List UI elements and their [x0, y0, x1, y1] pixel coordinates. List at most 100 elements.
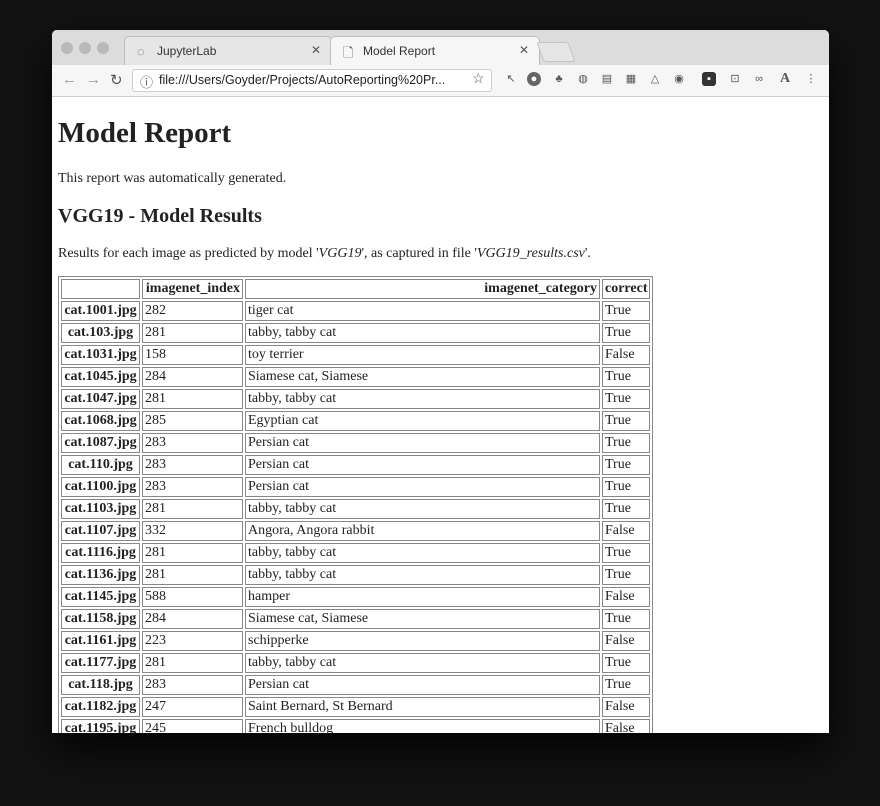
- close-tab-icon[interactable]: ✕: [519, 43, 529, 57]
- extension-globe-icon[interactable]: ◍: [576, 72, 590, 86]
- row-filename: cat.1031.jpg: [61, 345, 140, 365]
- row-imagenet-index: 281: [142, 323, 243, 343]
- url-text: file:///Users/Goyder/Projects/AutoReport…: [159, 73, 446, 87]
- bookmark-star-icon[interactable]: ☆: [472, 70, 485, 87]
- row-filename: cat.1145.jpg: [61, 587, 140, 607]
- row-imagenet-category: tabby, tabby cat: [245, 565, 600, 585]
- row-imagenet-index: 281: [142, 499, 243, 519]
- extension-abp-icon[interactable]: ●: [527, 72, 541, 86]
- desc-suffix: '.: [584, 246, 591, 261]
- row-imagenet-category: tabby, tabby cat: [245, 543, 600, 563]
- table-row: cat.1031.jpg 158 toy terrier False: [61, 345, 651, 365]
- row-correct: False: [602, 697, 651, 717]
- row-filename: cat.1158.jpg: [61, 609, 140, 629]
- page-lead-text: This report was automatically generated.: [58, 171, 287, 186]
- table-row: cat.1107.jpg 332 Angora, Angora rabbit Fals…: [61, 521, 651, 541]
- desc-middle: ', as captured in file ': [361, 246, 477, 261]
- row-filename: cat.1136.jpg: [61, 565, 140, 585]
- row-correct: True: [602, 433, 651, 453]
- row-imagenet-index: 332: [142, 521, 243, 541]
- page-content: Model Report This report was automatical…: [52, 97, 829, 733]
- extension-arrow-icon[interactable]: ↖: [504, 72, 518, 86]
- row-correct: True: [602, 609, 651, 629]
- row-filename: cat.1116.jpg: [61, 543, 140, 563]
- address-bar[interactable]: ⓘ file:///Users/Goyder/Projects/AutoRepo…: [132, 69, 492, 92]
- row-imagenet-index: 281: [142, 389, 243, 409]
- row-filename: cat.1103.jpg: [61, 499, 140, 519]
- results-table: imagenet_index imagenet_category correct…: [58, 276, 654, 733]
- tab-label: Model Report: [363, 44, 436, 58]
- extension-eye-icon[interactable]: ◉: [672, 72, 686, 86]
- extension-image-icon[interactable]: ▦: [624, 72, 638, 86]
- menu-kebab-icon[interactable]: ⋮: [804, 72, 818, 86]
- browser-window: ◌ JupyterLab ✕ 🗋 Model Report ✕ ← → ↻ ⓘ …: [52, 30, 829, 733]
- tab-model-report[interactable]: 🗋 Model Report ✕: [330, 36, 540, 65]
- row-imagenet-category: French bulldog: [245, 719, 600, 733]
- window-controls: [61, 41, 115, 59]
- table-row: cat.103.jpg 281 tabby, tabby cat True: [61, 323, 651, 343]
- back-icon[interactable]: ←: [62, 71, 77, 88]
- row-correct: False: [602, 521, 651, 541]
- minimize-window-button[interactable]: [79, 42, 91, 54]
- row-imagenet-category: tabby, tabby cat: [245, 653, 600, 673]
- row-imagenet-category: Saint Bernard, St Bernard: [245, 697, 600, 717]
- row-filename: cat.1068.jpg: [61, 411, 140, 431]
- row-imagenet-category: hamper: [245, 587, 600, 607]
- model-name: VGG19: [318, 246, 362, 261]
- row-correct: True: [602, 543, 651, 563]
- info-icon[interactable]: ⓘ: [140, 72, 153, 91]
- close-window-button[interactable]: [61, 42, 73, 54]
- row-filename: cat.1087.jpg: [61, 433, 140, 453]
- row-imagenet-index: 282: [142, 301, 243, 321]
- close-tab-icon[interactable]: ✕: [311, 43, 321, 57]
- tab-strip: ◌ JupyterLab ✕ 🗋 Model Report ✕: [52, 30, 829, 66]
- row-correct: True: [602, 411, 651, 431]
- row-correct: True: [602, 499, 651, 519]
- extension-page-icon[interactable]: ▤: [600, 72, 614, 86]
- zoom-window-button[interactable]: [97, 42, 109, 54]
- document-icon: 🗋: [343, 45, 354, 60]
- extension-dark-icon[interactable]: ▪: [702, 72, 716, 86]
- desc-prefix: Results for each image as predicted by m…: [58, 246, 319, 261]
- row-imagenet-index: 285: [142, 411, 243, 431]
- row-correct: True: [602, 323, 651, 343]
- row-filename: cat.1182.jpg: [61, 697, 140, 717]
- extension-link-icon[interactable]: ∞: [752, 72, 766, 86]
- row-imagenet-index: 281: [142, 565, 243, 585]
- row-filename: cat.1045.jpg: [61, 367, 140, 387]
- table-row: cat.1087.jpg 283 Persian cat True: [61, 433, 651, 453]
- row-imagenet-category: Siamese cat, Siamese: [245, 367, 600, 387]
- row-filename: cat.118.jpg: [61, 675, 140, 695]
- column-header-correct: correct: [602, 279, 651, 299]
- forward-icon[interactable]: →: [86, 71, 101, 88]
- row-imagenet-index: 283: [142, 675, 243, 695]
- tab-jupyterlab[interactable]: ◌ JupyterLab ✕: [124, 36, 332, 65]
- extension-drive-icon[interactable]: △: [648, 72, 662, 86]
- row-imagenet-category: Angora, Angora rabbit: [245, 521, 600, 541]
- row-filename: cat.103.jpg: [61, 323, 140, 343]
- row-imagenet-category: Egyptian cat: [245, 411, 600, 431]
- table-row: cat.1047.jpg 281 tabby, tabby cat True: [61, 389, 651, 409]
- row-filename: cat.1161.jpg: [61, 631, 140, 651]
- page-title: Model Report: [58, 117, 232, 149]
- table-row: cat.1116.jpg 281 tabby, tabby cat True: [61, 543, 651, 563]
- table-header-row: imagenet_index imagenet_category correct: [61, 279, 651, 299]
- table-row: cat.1177.jpg 281 tabby, tabby cat True: [61, 653, 651, 673]
- row-imagenet-index: 284: [142, 609, 243, 629]
- new-tab-button[interactable]: [536, 42, 576, 62]
- row-correct: True: [602, 455, 651, 475]
- row-imagenet-index: 245: [142, 719, 243, 733]
- table-row: cat.1001.jpg 282 tiger cat True: [61, 301, 651, 321]
- row-imagenet-index: 283: [142, 477, 243, 497]
- table-body: cat.1001.jpg 282 tiger cat True cat.103.jpg 2…: [61, 301, 651, 733]
- extension-evernote-icon[interactable]: ♣: [552, 72, 566, 86]
- reload-icon[interactable]: ↻: [110, 71, 123, 89]
- extension-frame-icon[interactable]: ⊡: [728, 72, 742, 86]
- row-correct: True: [602, 367, 651, 387]
- extension-font-icon[interactable]: A: [778, 72, 792, 86]
- column-header-index: [61, 279, 140, 299]
- results-description: Results for each image as predicted by m…: [58, 246, 591, 262]
- row-correct: False: [602, 587, 651, 607]
- row-filename: cat.110.jpg: [61, 455, 140, 475]
- table-row: cat.1136.jpg 281 tabby, tabby cat True: [61, 565, 651, 585]
